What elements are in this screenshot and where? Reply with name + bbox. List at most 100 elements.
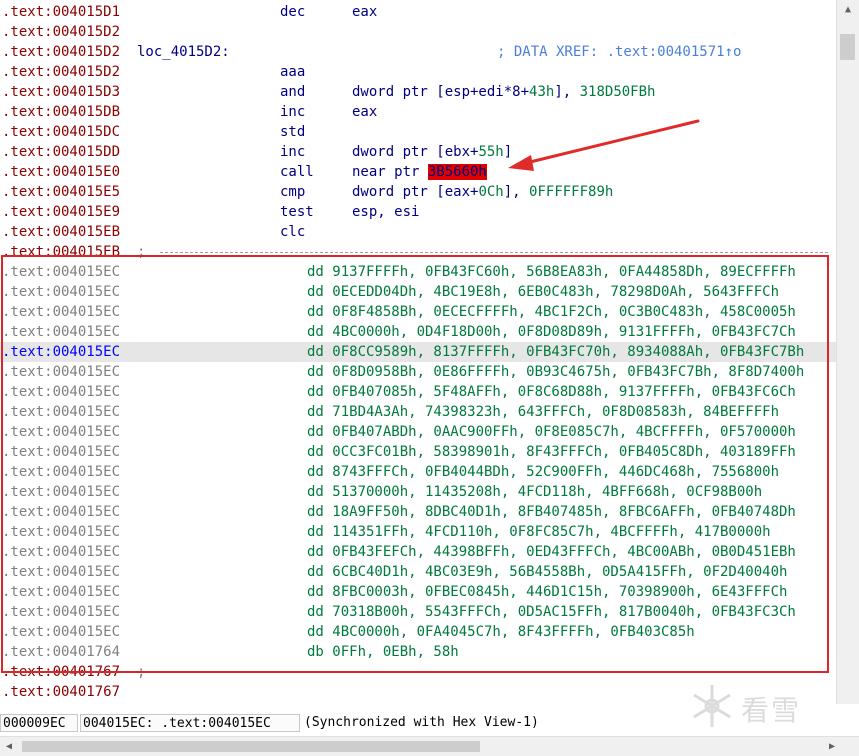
data-values[interactable]: dd 0F8F4858Bh, 0ECECFFFFh, 4BC1F2Ch, 0C3… bbox=[307, 302, 796, 322]
data-values[interactable]: dd 51370000h, 11435208h, 4FCD118h, 4BFF6… bbox=[307, 482, 762, 502]
code-row[interactable]: .text:00401767 bbox=[0, 682, 836, 702]
operand-text[interactable]: ], bbox=[554, 84, 579, 100]
operand-number[interactable]: 0Ch bbox=[478, 184, 503, 200]
address[interactable]: .text:004015EC bbox=[2, 522, 120, 542]
operands[interactable]: eax bbox=[352, 102, 377, 122]
mnemonic[interactable]: cmp bbox=[280, 182, 305, 202]
data-row[interactable]: .text:004015EC dd 18A9FF50h, 8DBC40D1h, 8… bbox=[0, 502, 836, 522]
operand-text[interactable]: near ptr bbox=[352, 164, 428, 180]
operands[interactable]: dword ptr [ebx+55h] bbox=[352, 142, 512, 162]
data-row[interactable]: .text:004015EC dd 70318B00h, 5543FFFCh, 0… bbox=[0, 602, 836, 622]
data-row[interactable]: .text:004015EC dd 0F8F4858Bh, 0ECECFFFFh,… bbox=[0, 302, 836, 322]
code-row[interactable]: .text:004015DD inc dword ptr [ebx+55h] bbox=[0, 142, 836, 162]
address[interactable]: .text:004015EC bbox=[2, 482, 120, 502]
address[interactable]: .text:004015E5 bbox=[2, 182, 120, 202]
address[interactable]: .text:004015EC bbox=[2, 342, 120, 362]
vertical-scrollbar[interactable]: ▲ bbox=[836, 0, 859, 704]
mnemonic[interactable]: and bbox=[280, 82, 305, 102]
operand-text[interactable]: ], bbox=[504, 184, 529, 200]
code-row[interactable]: .text:004015D2 aaa bbox=[0, 62, 836, 82]
address[interactable]: .text:004015EC bbox=[2, 542, 120, 562]
address[interactable]: .text:004015DB bbox=[2, 102, 120, 122]
scroll-up-icon[interactable]: ▲ bbox=[837, 0, 859, 20]
address[interactable]: .text:004015EC bbox=[2, 282, 120, 302]
operand-number[interactable]: 0FFFFFF89h bbox=[529, 184, 613, 200]
data-values[interactable]: dd 4BC0000h, 0D4F18D00h, 0F8D08D89h, 913… bbox=[307, 322, 796, 342]
data-row[interactable]: .text:004015EC dd 0FB407085h, 5F48AFFh, 0… bbox=[0, 382, 836, 402]
mnemonic[interactable]: inc bbox=[280, 142, 305, 162]
address[interactable]: .text:00401764 bbox=[2, 642, 120, 662]
address[interactable]: .text:004015EB bbox=[2, 242, 120, 262]
address[interactable]: .text:004015EC bbox=[2, 602, 120, 622]
horizontal-scrollbar[interactable]: ◀ ▶ bbox=[0, 736, 859, 756]
data-values[interactable]: dd 4BC0000h, 0FA4045C7h, 8F43FFFFh, 0FB4… bbox=[307, 622, 695, 642]
address[interactable]: .text:004015EC bbox=[2, 502, 120, 522]
disassembly-listing[interactable]: .text:004015D1 dec eax .text:004015D2 .text:… bbox=[0, 0, 836, 704]
address[interactable]: .text:00401767 bbox=[2, 682, 120, 702]
operands[interactable]: dword ptr [eax+0Ch], 0FFFFFF89h bbox=[352, 182, 613, 202]
horizontal-scroll-thumb[interactable] bbox=[22, 741, 480, 752]
address[interactable]: .text:004015DD bbox=[2, 142, 120, 162]
address[interactable]: .text:004015EC bbox=[2, 262, 120, 282]
address[interactable]: .text:004015EC bbox=[2, 322, 120, 342]
mnemonic[interactable]: dec bbox=[280, 2, 305, 22]
code-row[interactable]: .text:004015D3 and dword ptr [esp+edi*8+43… bbox=[0, 82, 836, 102]
data-row[interactable]: .text:004015EC dd 4BC0000h, 0D4F18D00h, 0… bbox=[0, 322, 836, 342]
operand-text[interactable]: eax bbox=[352, 104, 377, 120]
data-row[interactable]: .text:004015EC dd 51370000h, 11435208h, 4… bbox=[0, 482, 836, 502]
data-values[interactable]: dd 18A9FF50h, 8DBC40D1h, 8FB407485h, 8FB… bbox=[307, 502, 796, 522]
address[interactable]: .text:004015EC bbox=[2, 422, 120, 442]
address[interactable]: .text:004015D2 bbox=[2, 42, 120, 62]
operands[interactable]: dword ptr [esp+edi*8+43h], 318D50FBh bbox=[352, 82, 655, 102]
code-row[interactable]: .text:004015D2 bbox=[0, 22, 836, 42]
data-row[interactable]: .text:004015EC dd 71BD4A3Ah, 74398323h, 6… bbox=[0, 402, 836, 422]
mnemonic[interactable]: call bbox=[280, 162, 314, 182]
data-row[interactable]: .text:004015EC dd 0F8D0958Bh, 0E86FFFFh, … bbox=[0, 362, 836, 382]
data-values[interactable]: dd 0F8D0958Bh, 0E86FFFFh, 0B93C4675h, 0F… bbox=[307, 362, 804, 382]
address[interactable]: .text:004015EC bbox=[2, 362, 120, 382]
operand-text[interactable]: eax bbox=[352, 4, 377, 20]
data-values[interactable]: dd 6CBC40D1h, 4BC03E9h, 56B4558Bh, 0D5A4… bbox=[307, 562, 787, 582]
operand-text[interactable]: dword ptr [eax+ bbox=[352, 184, 478, 200]
data-values[interactable]: dd 0F8CC9589h, 8137FFFFh, 0FB43FC70h, 89… bbox=[307, 342, 804, 362]
data-row[interactable]: .text:004015EC dd 0CC3FC01Bh, 58398901h, … bbox=[0, 442, 836, 462]
code-row[interactable]: .text:004015D2 loc_4015D2: ; DATA XREF: .t… bbox=[0, 42, 836, 62]
address[interactable]: .text:004015D3 bbox=[2, 82, 120, 102]
data-row[interactable]: .text:00401764 db 0FFh, 0EBh, 58h bbox=[0, 642, 836, 662]
address[interactable]: .text:004015EC bbox=[2, 442, 120, 462]
operand-number[interactable]: 318D50FBh bbox=[580, 84, 656, 100]
code-row[interactable]: .text:004015DB inc eax bbox=[0, 102, 836, 122]
data-values[interactable]: dd 8FBC0003h, 0FBEC0845h, 446D1C15h, 703… bbox=[307, 582, 787, 602]
address[interactable]: .text:004015EC bbox=[2, 622, 120, 642]
data-row[interactable]: .text:004015EC dd 0F8CC9589h, 8137FFFFh, … bbox=[0, 342, 836, 362]
address[interactable]: .text:004015EC bbox=[2, 402, 120, 422]
operands[interactable]: esp, esi bbox=[352, 202, 419, 222]
separator-row[interactable]: .text:004015EB; bbox=[0, 242, 836, 262]
operand-number[interactable]: 55h bbox=[478, 144, 503, 160]
address[interactable]: .text:004015EC bbox=[2, 582, 120, 602]
data-values[interactable]: dd 0ECEDD04Dh, 4BC19E8h, 6EB0C483h, 7829… bbox=[307, 282, 779, 302]
address[interactable]: .text:004015D2 bbox=[2, 62, 120, 82]
code-row[interactable]: .text:004015DC std bbox=[0, 122, 836, 142]
operand-number[interactable]: 43h bbox=[529, 84, 554, 100]
data-values[interactable]: dd 0FB43FEFCh, 44398BFFh, 0ED43FFFCh, 4B… bbox=[307, 542, 796, 562]
operand-text[interactable]: dword ptr [esp+edi*8+ bbox=[352, 84, 529, 100]
scroll-right-icon[interactable]: ▶ bbox=[823, 737, 841, 756]
data-values[interactable]: dd 114351FFh, 4FCD110h, 0F8FC85C7h, 4BCF… bbox=[307, 522, 771, 542]
data-row[interactable]: .text:004015EC dd 0ECEDD04Dh, 4BC19E8h, 6… bbox=[0, 282, 836, 302]
mnemonic[interactable]: inc bbox=[280, 102, 305, 122]
code-row[interactable]: .text:004015E5 cmp dword ptr [eax+0Ch], 0F… bbox=[0, 182, 836, 202]
address[interactable]: .text:004015DC bbox=[2, 122, 120, 142]
data-row[interactable]: .text:004015EC dd 8743FFFCh, 0FB4044BDh, … bbox=[0, 462, 836, 482]
data-row[interactable]: .text:004015EC dd 114351FFh, 4FCD110h, 0F… bbox=[0, 522, 836, 542]
operand-text[interactable]: esp, esi bbox=[352, 204, 419, 220]
mnemonic[interactable]: std bbox=[280, 122, 305, 142]
code-row[interactable]: .text:004015E0 call near ptr 3B5660h bbox=[0, 162, 836, 182]
data-values[interactable]: dd 0FB407ABDh, 0AAC900FFh, 0F8E085C7h, 4… bbox=[307, 422, 796, 442]
address[interactable]: .text:004015EC bbox=[2, 382, 120, 402]
address[interactable]: .text:00401767 bbox=[2, 662, 120, 682]
address[interactable]: .text:004015EC bbox=[2, 562, 120, 582]
scroll-left-icon[interactable]: ◀ bbox=[0, 737, 18, 756]
data-values[interactable]: dd 71BD4A3Ah, 74398323h, 643FFFCh, 0F8D0… bbox=[307, 402, 779, 422]
address[interactable]: .text:004015EC bbox=[2, 462, 120, 482]
